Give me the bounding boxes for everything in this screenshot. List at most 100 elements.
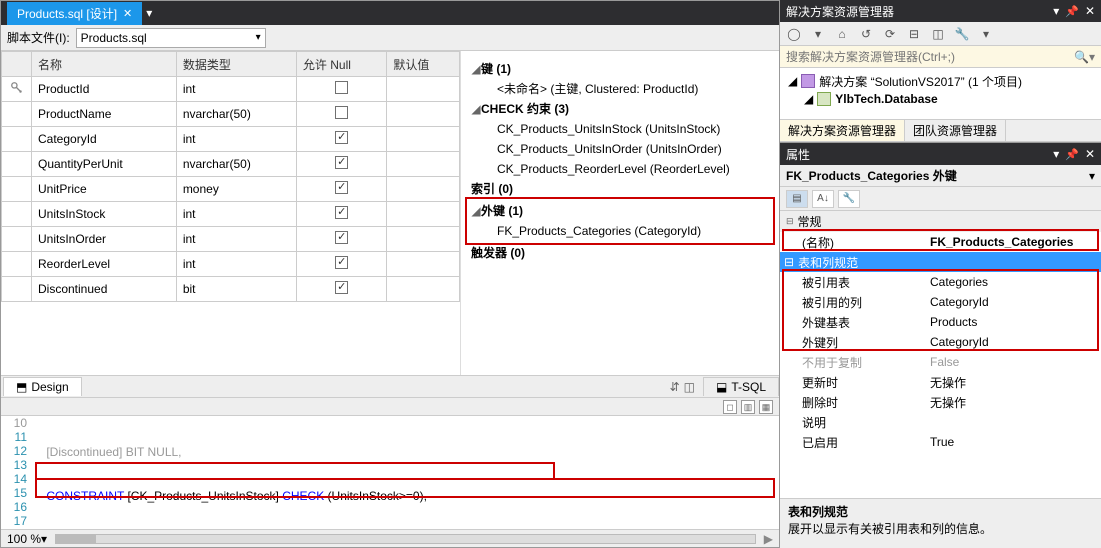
collapse-icon[interactable]: ⊟ [906, 26, 922, 42]
prop-ondel[interactable]: 删除时无操作 [780, 392, 1101, 412]
pane-split-icon[interactable]: ◫ [684, 380, 695, 394]
col-type[interactable]: money [176, 177, 296, 202]
col-type[interactable]: int [176, 77, 296, 102]
expand-icon[interactable]: ◢ [788, 74, 797, 88]
trigger-node[interactable]: 触发器 (0) [467, 243, 773, 263]
col-name[interactable]: ReorderLevel [32, 252, 177, 277]
col-type[interactable]: int [176, 227, 296, 252]
solution-tree[interactable]: ◢解决方案 “SolutionVS2017” (1 个项目) ◢YlbTech.… [780, 68, 1101, 120]
table-row[interactable]: Discontinuedbit [2, 277, 460, 302]
prop-onupd[interactable]: 更新时无操作 [780, 372, 1101, 392]
zoom-level[interactable]: 100 % [7, 532, 41, 546]
col-null-header[interactable]: 允许 Null [296, 52, 386, 77]
col-name[interactable]: CategoryId [32, 127, 177, 152]
col-name[interactable]: ProductName [32, 102, 177, 127]
dropdown-icon[interactable]: ▾ [1053, 4, 1059, 18]
table-row[interactable]: UnitsInStockint [2, 202, 460, 227]
arrow-up-icon[interactable]: ⇵ [670, 380, 680, 394]
check-item[interactable]: CK_Products_UnitsInStock (UnitsInStock) [467, 119, 773, 139]
col-name[interactable]: QuantityPerUnit [32, 152, 177, 177]
hscrollbar[interactable] [55, 534, 756, 544]
fwd-icon[interactable]: ▾ [810, 26, 826, 42]
check-node[interactable]: ◢CHECK 约束 (3) [467, 99, 773, 119]
col-null[interactable] [296, 202, 386, 227]
table-row[interactable]: ProductIdint [2, 77, 460, 102]
tool-grid-icon[interactable]: ▦ [759, 400, 773, 414]
col-key-header[interactable] [2, 52, 32, 77]
check-item[interactable]: CK_Products_UnitsInOrder (UnitsInOrder) [467, 139, 773, 159]
check-item[interactable]: CK_Products_ReorderLevel (ReorderLevel) [467, 159, 773, 179]
col-default[interactable] [387, 152, 460, 177]
close-icon[interactable]: ✕ [1085, 4, 1095, 18]
table-row[interactable]: ReorderLevelint [2, 252, 460, 277]
zoom-chevron-icon[interactable]: ▾ [41, 532, 47, 546]
script-file-combo[interactable]: Products.sql ▾ [76, 28, 266, 48]
col-null[interactable] [296, 177, 386, 202]
col-type[interactable]: int [176, 252, 296, 277]
col-type[interactable]: nvarchar(50) [176, 152, 296, 177]
categorized-icon[interactable]: ▤ [786, 190, 808, 208]
col-default-header[interactable]: 默认值 [387, 52, 460, 77]
back-icon[interactable]: ◯ [786, 26, 802, 42]
col-null[interactable] [296, 102, 386, 127]
properties-grid[interactable]: ⊟常规 (名称)FK_Products_Categories ⊟表和列规范 被引… [780, 211, 1101, 498]
pin-icon[interactable]: 📌 [1065, 148, 1079, 161]
close-icon[interactable]: ✕ [123, 7, 132, 20]
fk-node[interactable]: ◢外键 (1) [467, 201, 773, 221]
show-all-icon[interactable]: ◫ [930, 26, 946, 42]
solution-search-input[interactable] [786, 50, 1074, 64]
dropdown-icon[interactable]: ▾ [1053, 147, 1059, 161]
solution-search[interactable]: 🔍▾ [780, 46, 1101, 68]
tab-solution-explorer[interactable]: 解决方案资源管理器 [780, 120, 905, 141]
keys-pk[interactable]: <未命名> (主键, Clustered: ProductId) [467, 79, 773, 99]
col-name[interactable]: ProductId [32, 77, 177, 102]
col-null[interactable] [296, 252, 386, 277]
col-type[interactable]: nvarchar(50) [176, 102, 296, 127]
tab-products-sql[interactable]: Products.sql [设计] ✕ [7, 2, 142, 25]
col-null[interactable] [296, 77, 386, 102]
prop-desc[interactable]: 说明 [780, 412, 1101, 432]
table-row[interactable]: QuantityPerUnitnvarchar(50) [2, 152, 460, 177]
col-default[interactable] [387, 227, 460, 252]
code-editor[interactable]: [Discontinued] BIT NULL, CONSTRAINT [CK_… [33, 416, 779, 529]
col-default[interactable] [387, 202, 460, 227]
properties-object[interactable]: FK_Products_Categories 外键 ▾ [780, 165, 1101, 187]
chevron-down-icon[interactable]: ▾ [1089, 169, 1095, 183]
col-null[interactable] [296, 152, 386, 177]
col-default[interactable] [387, 77, 460, 102]
col-default[interactable] [387, 252, 460, 277]
col-type[interactable]: int [176, 127, 296, 152]
col-null[interactable] [296, 127, 386, 152]
col-null[interactable] [296, 227, 386, 252]
index-node[interactable]: 索引 (0) [467, 179, 773, 199]
col-default[interactable] [387, 127, 460, 152]
table-row[interactable]: UnitPricemoney [2, 177, 460, 202]
col-type[interactable]: int [176, 202, 296, 227]
alphabetical-icon[interactable]: A↓ [812, 190, 834, 208]
tab-dropdown-icon[interactable]: ▾ [146, 6, 152, 20]
close-icon[interactable]: ✕ [1085, 147, 1095, 161]
col-name-header[interactable]: 名称 [32, 52, 177, 77]
col-name[interactable]: UnitsInOrder [32, 227, 177, 252]
tab-design[interactable]: ⬒ Design [3, 377, 82, 396]
col-default[interactable] [387, 102, 460, 127]
expand-icon[interactable]: ◢ [804, 92, 813, 106]
table-row[interactable]: UnitsInOrderint [2, 227, 460, 252]
keys-node[interactable]: ◢键 (1) [467, 59, 773, 79]
col-name[interactable]: UnitPrice [32, 177, 177, 202]
prop-enabled[interactable]: 已启用True [780, 432, 1101, 452]
col-type[interactable]: bit [176, 277, 296, 302]
fk-item[interactable]: FK_Products_Categories (CategoryId) [467, 221, 773, 241]
pin-icon[interactable]: 📌 [1065, 5, 1079, 18]
more-icon[interactable]: ▾ [978, 26, 994, 42]
sync-icon[interactable]: ↺ [858, 26, 874, 42]
col-type-header[interactable]: 数据类型 [176, 52, 296, 77]
tab-team-explorer[interactable]: 团队资源管理器 [905, 120, 1006, 141]
col-default[interactable] [387, 277, 460, 302]
search-icon[interactable]: 🔍▾ [1074, 50, 1095, 64]
tool-split-icon[interactable]: ▥ [741, 400, 755, 414]
tab-tsql[interactable]: ⬓ T-SQL [703, 377, 779, 396]
prop-pages-icon[interactable]: 🔧 [838, 190, 860, 208]
tool-square-icon[interactable]: ◻ [723, 400, 737, 414]
col-name[interactable]: Discontinued [32, 277, 177, 302]
